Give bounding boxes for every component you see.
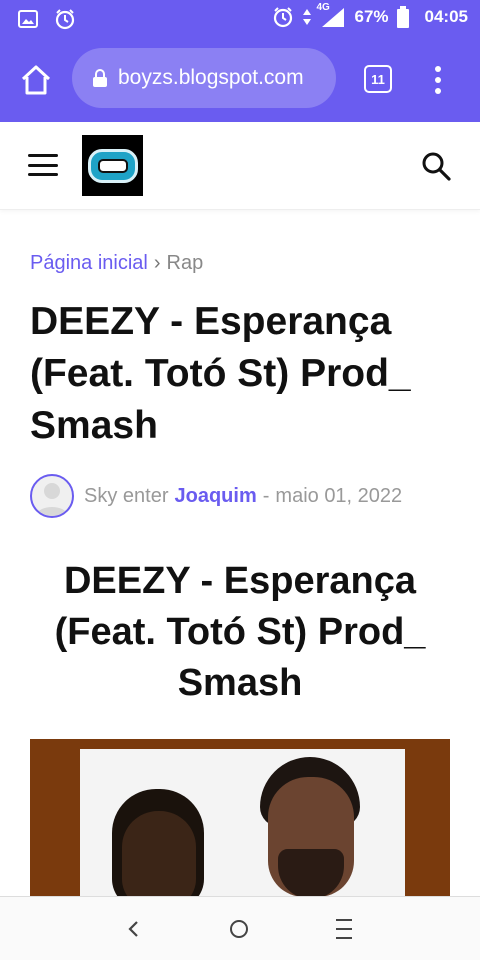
- post-date: maio 01, 2022: [275, 484, 403, 507]
- site-logo[interactable]: [82, 135, 143, 196]
- dot-icon: [435, 66, 441, 72]
- clock: 04:05: [424, 7, 468, 26]
- author-avatar[interactable]: [30, 474, 74, 518]
- home-nav-button[interactable]: [230, 920, 248, 938]
- author-prefix: Sky enter: [84, 484, 169, 507]
- more-options-button[interactable]: [428, 62, 448, 98]
- post-cover-image[interactable]: [30, 739, 450, 899]
- battery-icon: [396, 6, 409, 28]
- logo-mark: [87, 148, 138, 183]
- post-meta: Sky enter Joaquim - maio 01, 2022: [30, 472, 402, 520]
- menu-line: [336, 937, 352, 939]
- hamburger-line: [28, 173, 58, 176]
- alarm-icon: [54, 8, 76, 30]
- menu-button[interactable]: [28, 154, 58, 176]
- dot-icon: [435, 77, 441, 83]
- site-header: [0, 122, 480, 210]
- chevron-right-icon: ›: [153, 252, 161, 274]
- gallery-icon: [18, 10, 38, 28]
- back-button[interactable]: [124, 917, 144, 941]
- meta-separator: -: [262, 484, 270, 507]
- menu-line: [336, 919, 352, 921]
- hamburger-line: [28, 163, 58, 167]
- tab-switcher-button[interactable]: 11: [364, 65, 392, 93]
- signal-icon: 4G: [316, 2, 346, 28]
- search-icon: [422, 152, 451, 181]
- post-title: DEEZY - Esperança (Feat. Totó St) Prod_ …: [30, 300, 411, 447]
- address-bar[interactable]: boyzs.blogspot.com: [72, 48, 336, 108]
- home-icon: [21, 65, 51, 95]
- alarm-icon: [272, 6, 294, 28]
- network-type: 4G: [316, 2, 330, 13]
- status-bar: 4G 67% 04:05: [0, 0, 480, 38]
- battery-percent: 67%: [354, 7, 389, 26]
- breadcrumb: Página inicial › Rap: [30, 252, 203, 275]
- breadcrumb-home-link[interactable]: Página inicial: [30, 252, 148, 275]
- breadcrumb-category-link[interactable]: Rap: [167, 252, 204, 275]
- dot-icon: [435, 88, 441, 94]
- recent-apps-button[interactable]: [336, 919, 352, 939]
- home-button[interactable]: [18, 62, 54, 98]
- menu-line: [336, 928, 352, 930]
- post-heading: DEEZY - Esperança (Feat. Totó St) Prod_ …: [54, 560, 426, 704]
- system-navigation-bar: [0, 896, 480, 960]
- logo-mouth: [97, 158, 128, 173]
- url-text: boyzs.blogspot.com: [118, 66, 304, 89]
- data-transfer-icon: [302, 8, 312, 26]
- lock-icon: [93, 69, 107, 87]
- hamburger-line: [28, 154, 58, 157]
- chevron-left-icon: [128, 921, 138, 937]
- search-button[interactable]: [420, 150, 452, 182]
- artist-left-face: [122, 811, 196, 899]
- author-link[interactable]: Joaquim: [174, 485, 256, 508]
- browser-toolbar: boyzs.blogspot.com 11: [0, 38, 480, 122]
- user-icon: [36, 483, 68, 516]
